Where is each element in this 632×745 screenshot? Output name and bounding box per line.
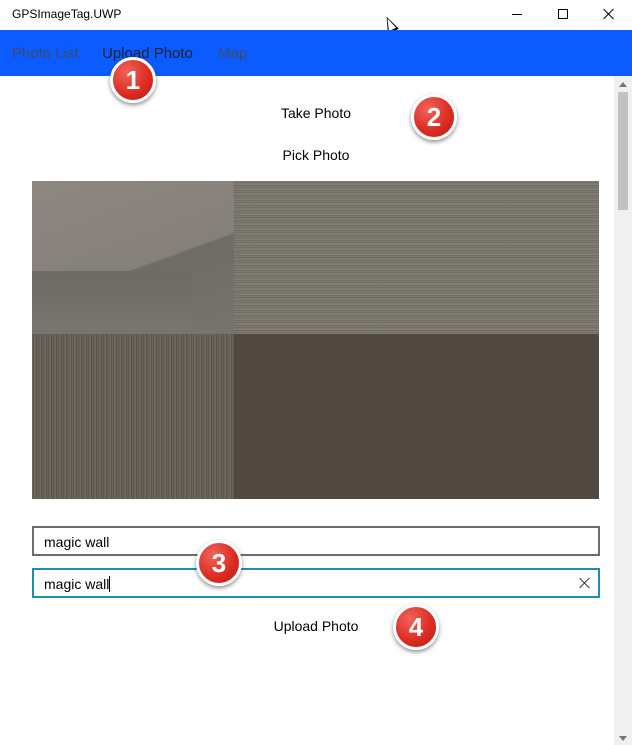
step-badge-1: 1 [110, 57, 156, 103]
tab-upload-photo[interactable]: Upload Photo [102, 45, 193, 62]
title-field-value: magic wall [44, 534, 110, 550]
vertical-scrollbar[interactable] [614, 76, 632, 745]
photo-preview [32, 181, 599, 499]
tab-photo-list[interactable]: Photo List [12, 45, 79, 62]
clear-text-icon[interactable] [578, 576, 592, 590]
scroll-up-icon[interactable] [619, 82, 627, 87]
maximize-button[interactable] [540, 0, 586, 28]
title-bar: GPSImageTag.UWP [0, 0, 632, 28]
scroll-down-icon[interactable] [619, 736, 627, 741]
description-field-value: magic wall [44, 576, 110, 592]
text-caret [109, 576, 111, 592]
step-badge-2: 2 [411, 94, 457, 140]
description-field[interactable]: magic wall [32, 568, 600, 598]
photo-ledge-region [32, 271, 192, 334]
take-photo-button[interactable]: Take Photo [266, 105, 366, 121]
close-icon [603, 8, 615, 20]
photo-streak-region [234, 181, 599, 334]
pick-photo-button[interactable]: Pick Photo [266, 147, 366, 163]
title-field[interactable]: magic wall [32, 526, 600, 556]
photo-streak-region-lower [32, 334, 234, 499]
step-badge-4: 4 [393, 604, 439, 650]
close-button[interactable] [586, 0, 632, 28]
minimize-icon [512, 13, 522, 15]
scroll-thumb[interactable] [618, 92, 628, 210]
nav-bar: Photo List Upload Photo Map [0, 30, 632, 76]
app-title: GPSImageTag.UWP [12, 7, 122, 21]
step-badge-3: 3 [196, 540, 242, 586]
tab-map[interactable]: Map [218, 45, 247, 62]
upload-photo-button[interactable]: Upload Photo [255, 618, 377, 634]
maximize-icon [558, 9, 568, 19]
minimize-button[interactable] [494, 0, 540, 28]
